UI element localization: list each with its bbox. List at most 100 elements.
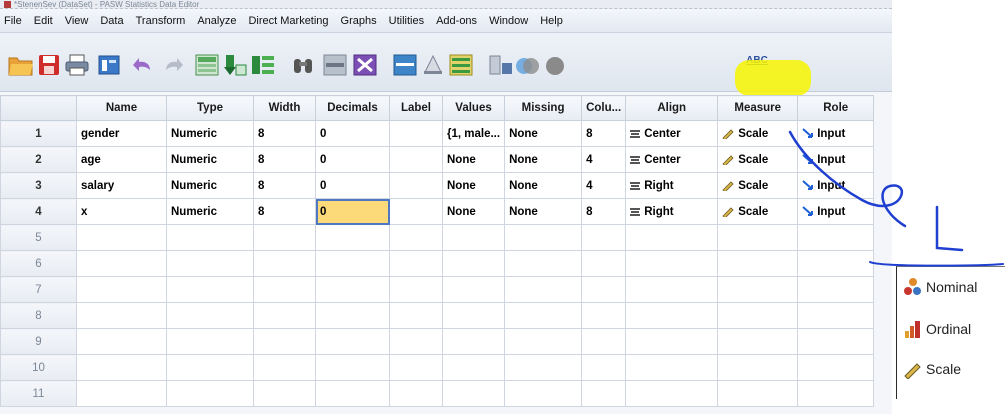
select-cases-icon[interactable] (448, 53, 474, 77)
empty-cell[interactable] (253, 354, 316, 381)
cell-decimals[interactable]: 0 (315, 172, 390, 199)
cell-measure[interactable]: Scale (717, 198, 799, 225)
cell-columns[interactable]: 4 (581, 146, 627, 173)
empty-cell[interactable] (315, 224, 390, 251)
weight-cases-icon[interactable] (420, 53, 446, 77)
goto-variable-icon[interactable] (222, 53, 248, 77)
empty-cell[interactable] (315, 354, 390, 381)
empty-cell[interactable] (389, 250, 443, 277)
menu-utilities[interactable]: Utilities (383, 15, 430, 27)
cell-width[interactable]: 8 (253, 120, 316, 147)
empty-cell[interactable] (717, 250, 799, 277)
empty-cell[interactable] (581, 276, 627, 303)
measure-option-ordinal[interactable]: Ordinal (903, 315, 971, 343)
row-number[interactable]: 7 (0, 276, 77, 303)
empty-cell[interactable] (441, 380, 506, 407)
empty-cell[interactable] (76, 302, 167, 329)
empty-cell[interactable] (76, 250, 167, 277)
column-header-decimals[interactable]: Decimals (315, 95, 390, 121)
menu-help[interactable]: Help (534, 15, 569, 27)
empty-cell[interactable] (797, 224, 875, 251)
empty-cell[interactable] (625, 302, 719, 329)
goto-case-icon[interactable] (194, 53, 220, 77)
cell-missing[interactable]: None (504, 172, 583, 199)
empty-cell[interactable] (441, 354, 506, 381)
column-header-align[interactable]: Align (625, 95, 719, 121)
empty-cell[interactable] (389, 354, 443, 381)
measure-option-nominal[interactable]: Nominal (903, 273, 977, 301)
cell-columns[interactable]: 8 (581, 120, 627, 147)
cell-columns[interactable]: 4 (581, 172, 627, 199)
column-header-name[interactable]: Name (76, 95, 167, 121)
empty-cell[interactable] (76, 328, 167, 355)
menu-transform[interactable]: Transform (130, 15, 192, 27)
empty-cell[interactable] (717, 354, 799, 381)
empty-cell[interactable] (504, 276, 583, 303)
open-folder-icon[interactable] (8, 53, 34, 77)
empty-cell[interactable] (717, 380, 799, 407)
empty-cell[interactable] (389, 302, 443, 329)
menu-file[interactable]: File (0, 15, 28, 27)
empty-cell[interactable] (389, 276, 443, 303)
empty-cell[interactable] (797, 380, 875, 407)
menu-analyze[interactable]: Analyze (191, 15, 242, 27)
value-labels-icon[interactable] (488, 53, 514, 77)
column-header-missing[interactable]: Missing (504, 95, 583, 121)
empty-cell[interactable] (76, 224, 167, 251)
cell-width[interactable]: 8 (253, 146, 316, 173)
cell-label[interactable] (389, 198, 443, 225)
column-header-role[interactable]: Role (797, 95, 875, 121)
row-number[interactable]: 10 (0, 354, 77, 381)
cell-name[interactable]: x (76, 198, 167, 225)
menu-window[interactable]: Window (483, 15, 534, 27)
row-number[interactable]: 3 (0, 172, 77, 199)
menu-direct-marketing[interactable]: Direct Marketing (242, 15, 334, 27)
empty-cell[interactable] (504, 354, 583, 381)
empty-cell[interactable] (717, 328, 799, 355)
row-number[interactable]: 9 (0, 328, 77, 355)
empty-cell[interactable] (581, 302, 627, 329)
empty-cell[interactable] (166, 328, 254, 355)
row-number[interactable]: 1 (0, 120, 77, 147)
column-header-width[interactable]: Width (253, 95, 316, 121)
empty-cell[interactable] (625, 380, 719, 407)
column-header-type[interactable]: Type (166, 95, 254, 121)
menu-graphs[interactable]: Graphs (335, 15, 383, 27)
empty-cell[interactable] (441, 302, 506, 329)
empty-cell[interactable] (581, 354, 627, 381)
empty-cell[interactable] (625, 354, 719, 381)
row-number[interactable]: 2 (0, 146, 77, 173)
column-header-values[interactable]: Values (441, 95, 506, 121)
empty-cell[interactable] (166, 276, 254, 303)
empty-cell[interactable] (581, 328, 627, 355)
corner-cell[interactable] (0, 95, 77, 121)
row-number[interactable]: 6 (0, 250, 77, 277)
empty-cell[interactable] (253, 380, 316, 407)
empty-cell[interactable] (504, 302, 583, 329)
empty-cell[interactable] (76, 276, 167, 303)
menu-add-ons[interactable]: Add-ons (430, 15, 483, 27)
empty-cell[interactable] (504, 328, 583, 355)
cell-label[interactable] (389, 120, 443, 147)
cell-values[interactable]: {1, male... (441, 120, 506, 147)
cell-values[interactable]: None (441, 146, 506, 173)
empty-cell[interactable] (166, 380, 254, 407)
empty-cell[interactable] (797, 302, 875, 329)
insert-variable-icon[interactable] (352, 53, 378, 77)
empty-cell[interactable] (441, 250, 506, 277)
empty-cell[interactable] (166, 250, 254, 277)
cell-measure[interactable]: Scale (717, 172, 799, 199)
cell-decimals[interactable]: 0 (315, 120, 390, 147)
empty-cell[interactable] (717, 224, 799, 251)
cell-width[interactable]: 8 (253, 198, 316, 225)
undo-icon[interactable] (130, 53, 156, 77)
cell-label[interactable] (389, 172, 443, 199)
use-sets-icon[interactable] (514, 53, 540, 77)
cell-decimals-selected[interactable]: 0 (315, 198, 390, 225)
cell-type[interactable]: Numeric (166, 198, 254, 225)
cell-align[interactable]: Center (625, 120, 719, 147)
cell-missing[interactable]: None (504, 198, 583, 225)
empty-cell[interactable] (581, 224, 627, 251)
empty-cell[interactable] (253, 250, 316, 277)
empty-cell[interactable] (253, 302, 316, 329)
